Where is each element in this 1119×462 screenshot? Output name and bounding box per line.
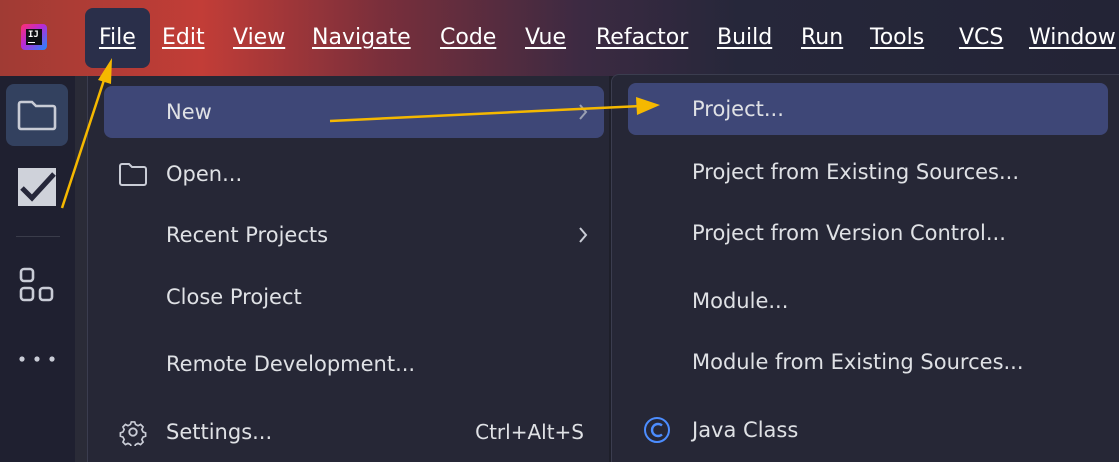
menu-item-label: Settings...: [166, 420, 273, 444]
menu-file[interactable]: File: [85, 8, 150, 68]
more-tools-button[interactable]: [6, 328, 68, 390]
folder-icon: [17, 100, 57, 131]
menu-navigate[interactable]: Navigate: [298, 8, 425, 68]
logo-text: IJ: [26, 29, 42, 45]
menu-item-label: Java Class: [692, 418, 799, 442]
editor-gutter: [75, 76, 87, 462]
file-menu-remote-development[interactable]: Remote Development...: [104, 338, 604, 390]
new-submenu-popup: Project... Project from Existing Sources…: [611, 74, 1119, 462]
menu-vue[interactable]: Vue: [511, 8, 580, 68]
menu-item-label: Recent Projects: [166, 223, 329, 247]
menu-window[interactable]: Window: [1015, 8, 1119, 68]
menu-run[interactable]: Run: [787, 8, 857, 68]
new-menu-project[interactable]: Project...: [628, 83, 1108, 135]
new-menu-module-from-existing-sources[interactable]: Module from Existing Sources...: [628, 336, 1108, 388]
menu-edit[interactable]: Edit: [148, 8, 219, 68]
structure-icon: [19, 267, 54, 302]
more-icon: [19, 356, 55, 362]
menu-code[interactable]: Code: [426, 8, 510, 68]
menu-item-label: Remote Development...: [166, 352, 416, 376]
file-menu-settings[interactable]: Settings... Ctrl+Alt+S: [104, 406, 604, 458]
left-tool-window-bar: [0, 76, 75, 462]
new-menu-module[interactable]: Module...: [628, 275, 1108, 327]
main-menubar: IJ File Edit View Navigate Code Vue Refa…: [0, 0, 1119, 76]
project-tool-button[interactable]: [6, 84, 68, 146]
menu-build[interactable]: Build: [703, 8, 786, 68]
folder-icon: [119, 163, 147, 186]
gear-icon: [119, 421, 147, 446]
menu-vcs[interactable]: VCS: [945, 8, 1017, 68]
menu-item-label: Module from Existing Sources...: [692, 350, 1024, 374]
structure-tool-button[interactable]: [6, 254, 68, 316]
file-menu-open[interactable]: Open...: [104, 148, 604, 200]
menu-refactor[interactable]: Refactor: [582, 8, 702, 68]
toolbar-divider: [16, 236, 60, 237]
menu-tools[interactable]: Tools: [856, 8, 938, 68]
new-menu-project-from-existing-sources[interactable]: Project from Existing Sources...: [628, 146, 1108, 198]
java-class-icon: [644, 417, 670, 443]
menu-item-label: Project from Existing Sources...: [692, 160, 1020, 184]
commit-tool-button[interactable]: [6, 156, 68, 218]
new-menu-java-class[interactable]: Java Class: [628, 404, 1108, 456]
file-menu-new[interactable]: New: [104, 86, 604, 138]
intellij-logo-icon[interactable]: IJ: [21, 24, 47, 50]
menu-item-label: Project from Version Control...: [692, 221, 1006, 245]
menu-item-label: Close Project: [166, 285, 302, 309]
shortcut-label: Ctrl+Alt+S: [475, 420, 584, 444]
checkbox-icon: [18, 168, 56, 206]
menu-item-label: New: [166, 100, 212, 124]
menu-item-label: Module...: [692, 289, 789, 313]
file-menu-close-project[interactable]: Close Project: [104, 271, 604, 323]
file-menu-popup: New Open... Recent Projects Close Projec…: [87, 76, 609, 462]
menu-view[interactable]: View: [219, 8, 299, 68]
menu-item-label: Project...: [692, 97, 784, 121]
new-menu-project-from-vcs[interactable]: Project from Version Control...: [628, 207, 1108, 259]
menu-item-label: Open...: [166, 162, 243, 186]
chevron-right-icon: [579, 227, 588, 243]
chevron-right-icon: [579, 104, 588, 120]
file-menu-recent-projects[interactable]: Recent Projects: [104, 209, 604, 261]
ide-window: IJ File Edit View Navigate Code Vue Refa…: [0, 0, 1119, 462]
